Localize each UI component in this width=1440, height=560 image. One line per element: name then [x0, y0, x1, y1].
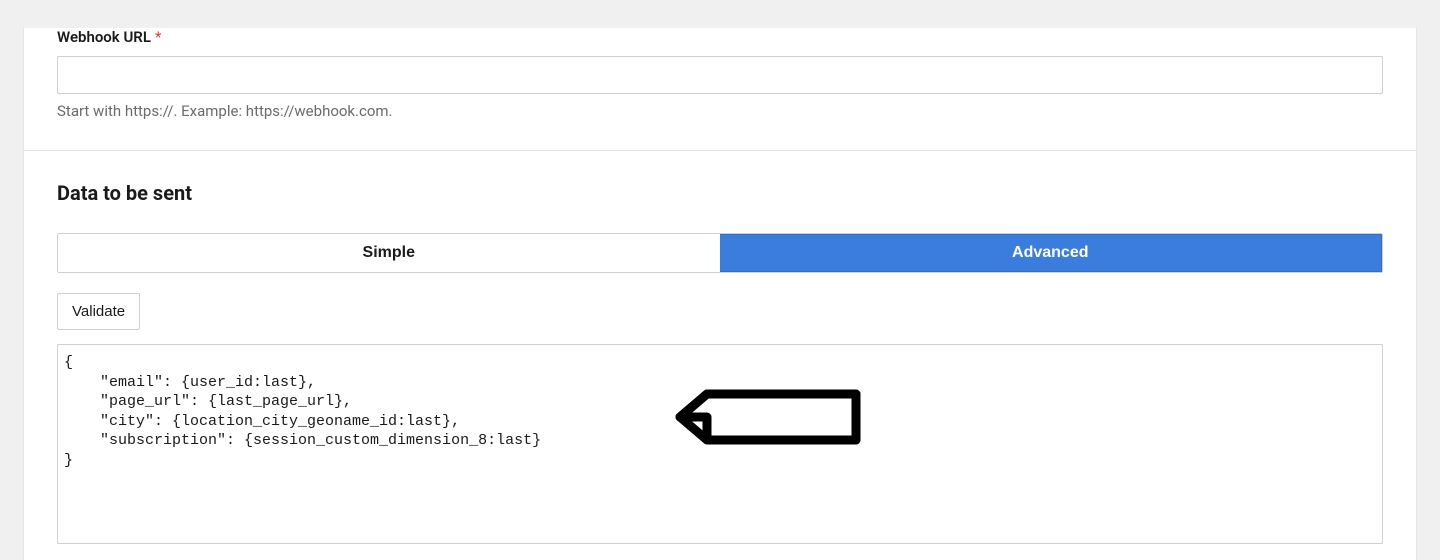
payload-code-editor[interactable]: [57, 344, 1383, 544]
required-asterisk: *: [155, 28, 161, 46]
webhook-section: Webhook URL * Start with https://. Examp…: [24, 28, 1416, 150]
webhook-url-input[interactable]: [57, 56, 1383, 94]
webhook-url-label: Webhook URL *: [57, 28, 1383, 46]
validate-button[interactable]: Validate: [57, 293, 140, 330]
mode-tab-group: Simple Advanced: [57, 233, 1383, 273]
data-section-heading: Data to be sent: [57, 181, 1383, 205]
tab-simple[interactable]: Simple: [58, 234, 720, 272]
form-panel: Webhook URL * Start with https://. Examp…: [23, 28, 1417, 560]
data-section: Data to be sent Simple Advanced Validate: [24, 151, 1416, 548]
webhook-url-label-text: Webhook URL: [57, 28, 151, 46]
webhook-url-helper: Start with https://. Example: https://we…: [57, 102, 1383, 120]
tab-advanced[interactable]: Advanced: [720, 234, 1383, 272]
